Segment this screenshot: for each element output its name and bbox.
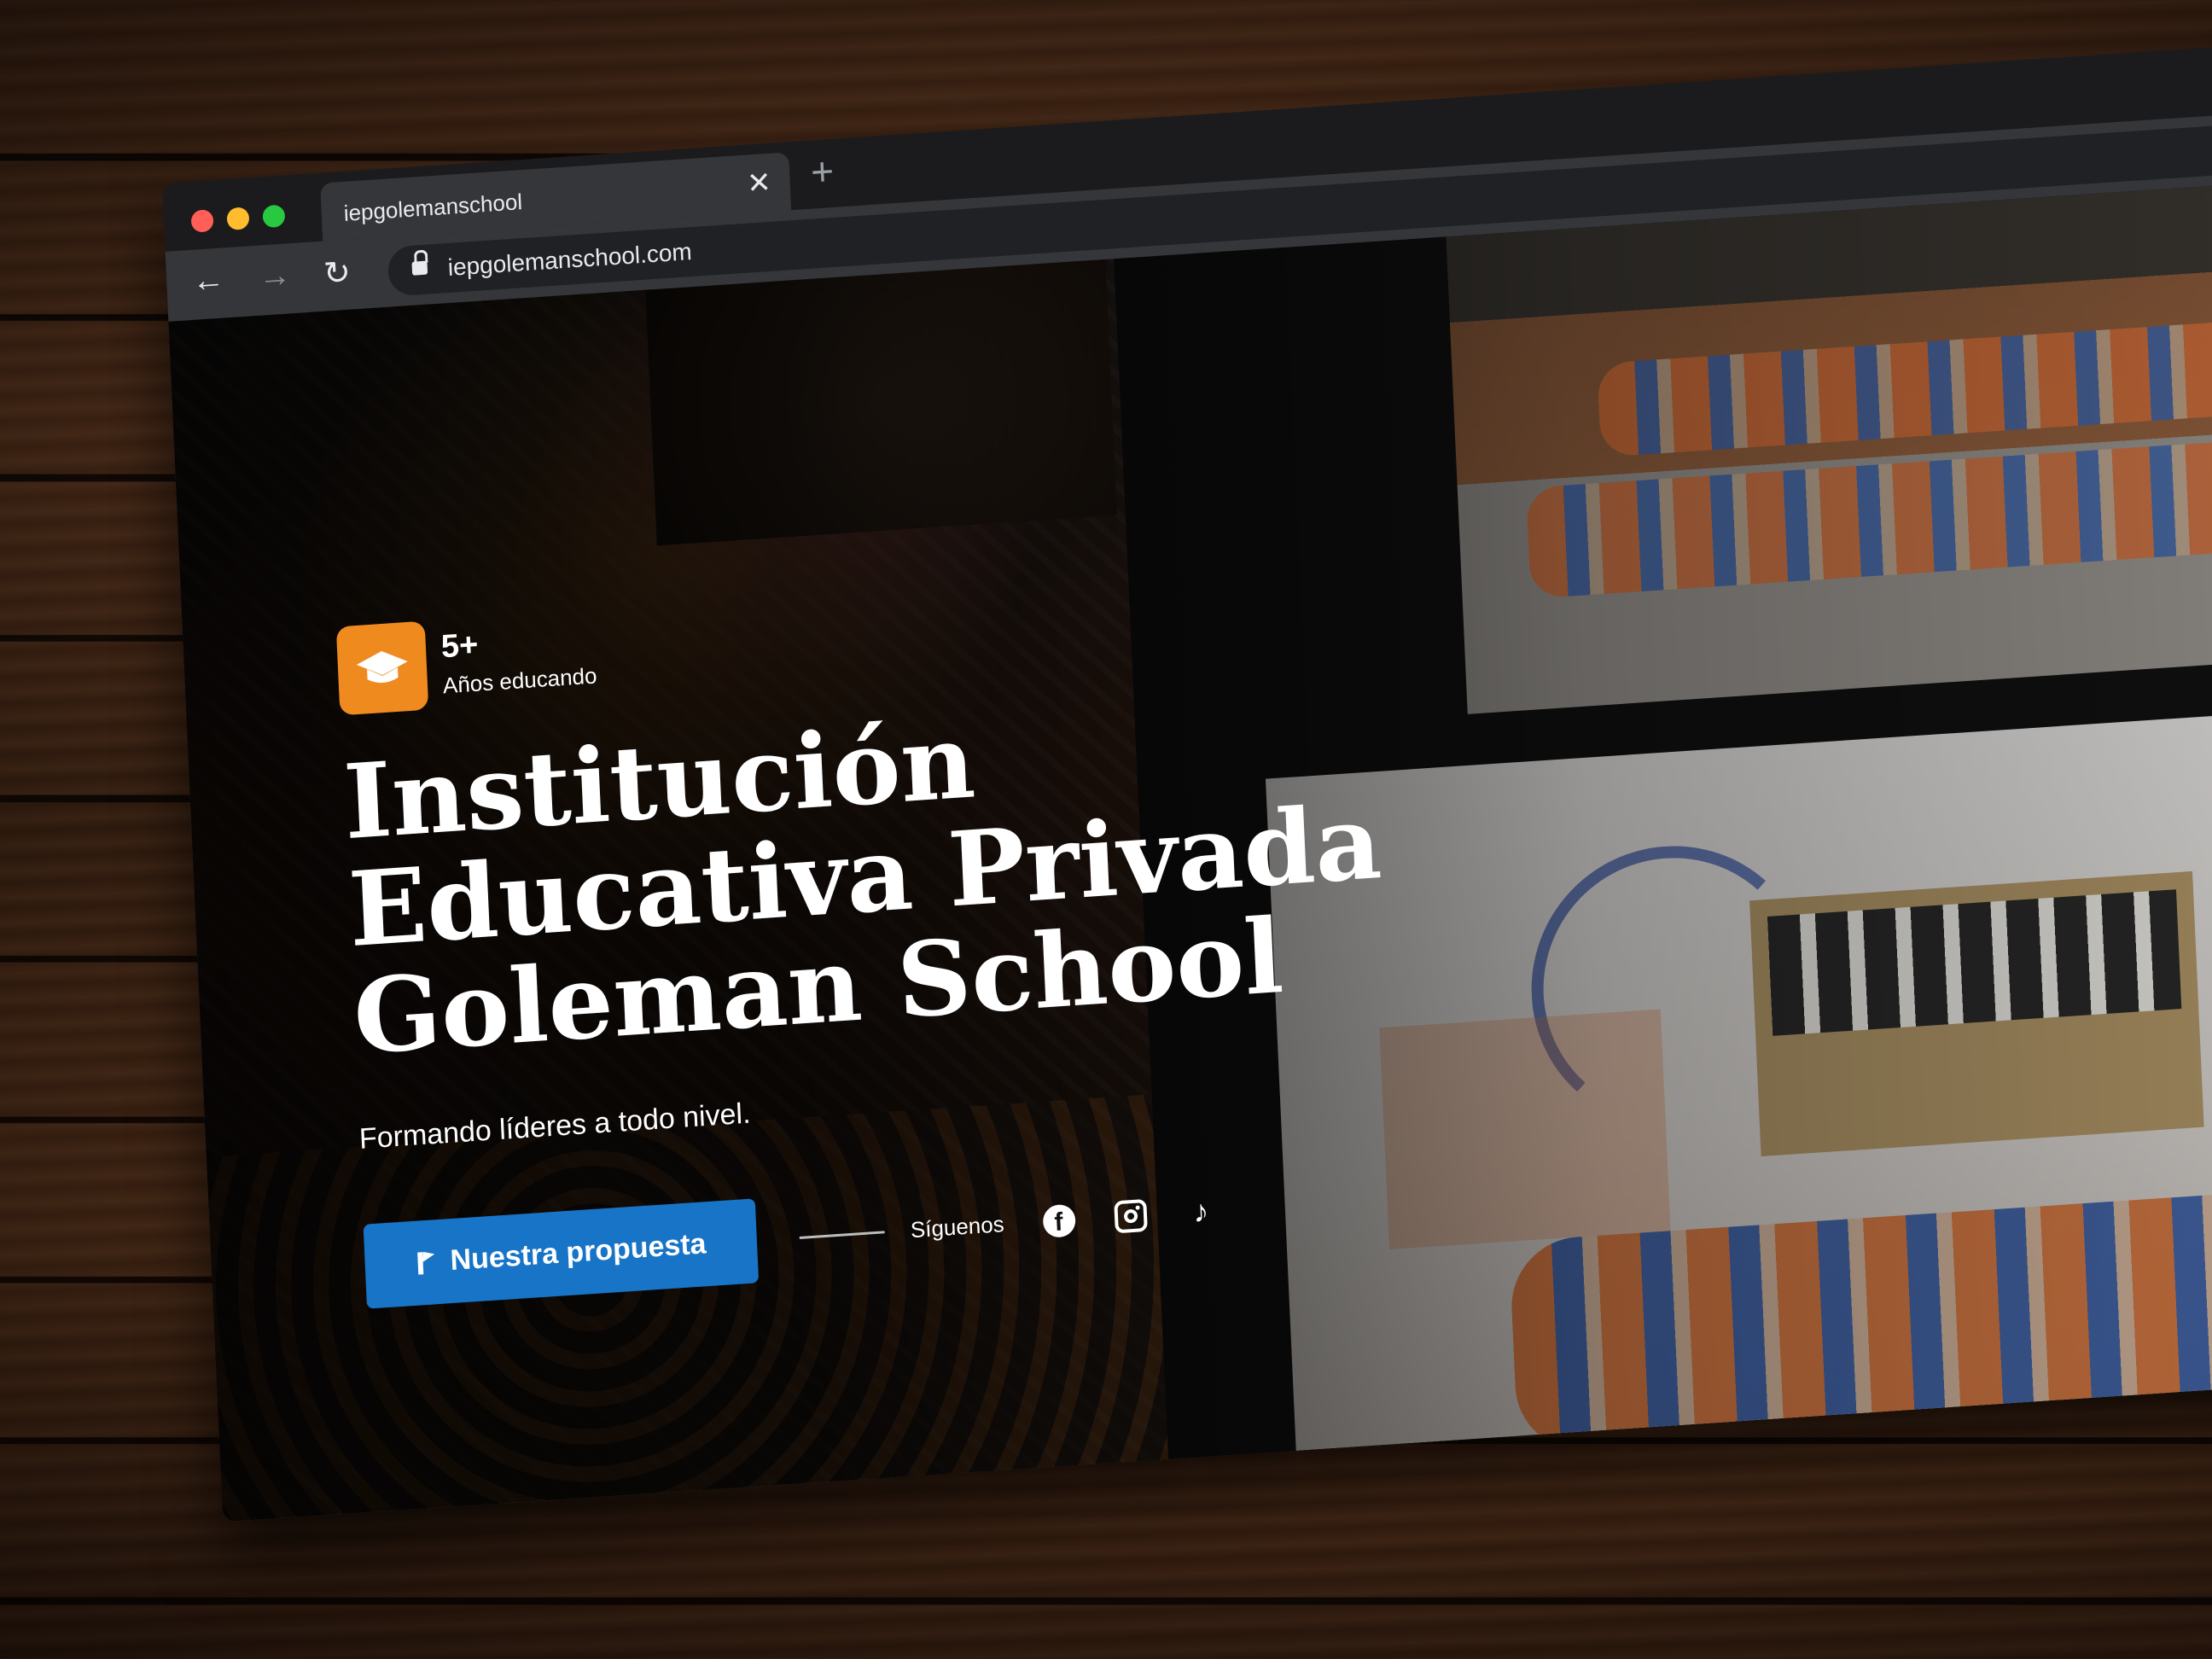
page-title: Institución Educativa Privada Goleman Sc… [341, 671, 1548, 1078]
maximize-window-button[interactable] [262, 204, 286, 229]
back-arrow-icon[interactable]: ← [191, 261, 225, 300]
browser-window: iepgolemanschool ✕ + ← → ↻ iepgolemansch… [162, 40, 2212, 1522]
hero-section: 5+ Años educando Institución Educativa P… [335, 548, 1560, 1309]
follow-label: Síguenos [910, 1211, 1005, 1243]
reload-icon[interactable]: ↻ [323, 253, 352, 294]
tab-title: iepgolemanschool [343, 189, 523, 226]
page-content: 5+ Años educando Institución Educativa P… [168, 178, 2212, 1522]
close-window-button[interactable] [190, 209, 214, 233]
lock-icon [411, 249, 428, 276]
forward-arrow-icon[interactable]: → [258, 257, 292, 295]
badge-text: 5+ Años educando [440, 619, 597, 699]
url-text[interactable]: iepgolemanschool.com [447, 238, 692, 282]
badge-number: 5+ [440, 626, 480, 666]
divider-line [800, 1231, 886, 1239]
instagram-icon[interactable] [1114, 1198, 1149, 1233]
close-icon[interactable]: ✕ [746, 166, 771, 201]
flag-icon [416, 1251, 435, 1275]
facebook-icon[interactable]: f [1042, 1202, 1077, 1238]
badge-label: Años educando [442, 662, 598, 699]
cta-label: Nuestra propuesta [449, 1227, 707, 1278]
graduation-cap-icon [335, 620, 429, 716]
plus-icon[interactable]: + [810, 148, 835, 195]
tiktok-icon[interactable]: ♪ [1185, 1193, 1220, 1229]
minimize-window-button[interactable] [226, 207, 250, 231]
window-controls [190, 204, 286, 233]
